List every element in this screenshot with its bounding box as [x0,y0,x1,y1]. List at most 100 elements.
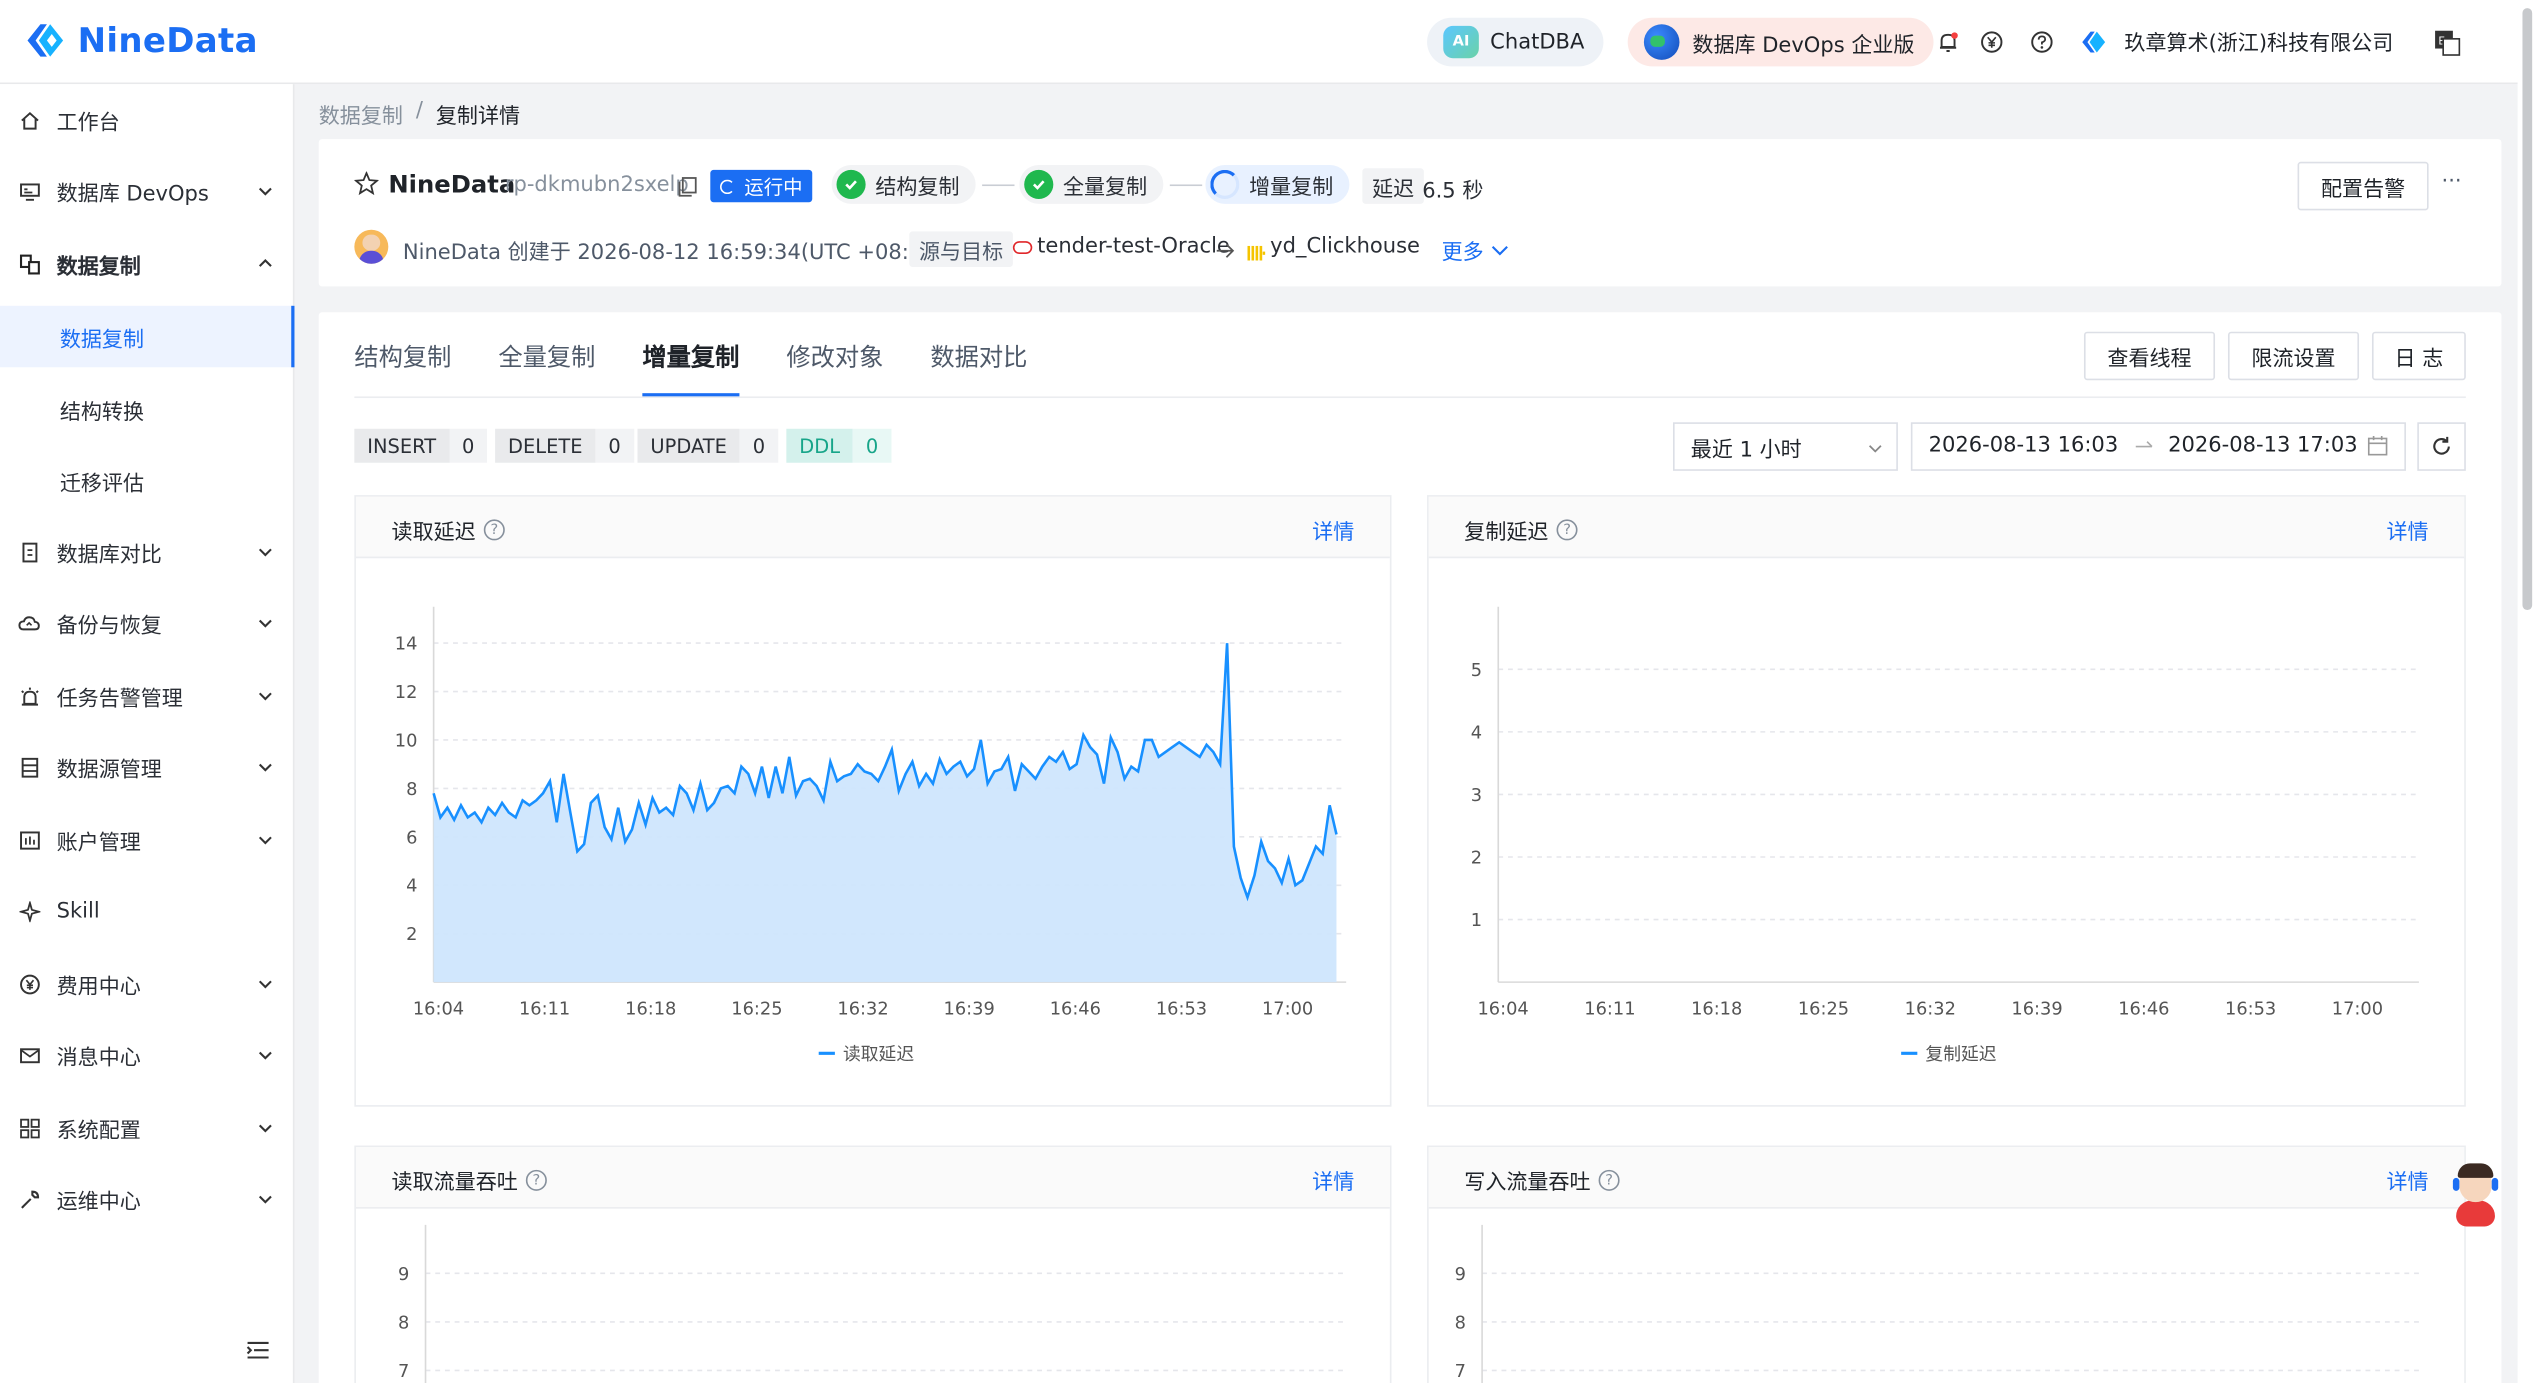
date-range-picker[interactable]: 2026-08-13 16:03 2026-08-13 17:03 [1910,422,2406,471]
tab-schema-copy[interactable]: 结构复制 [354,340,451,374]
more-actions-icon[interactable]: ··· [2442,170,2462,194]
org-switcher[interactable]: 玖章算术(浙江)科技有限公司 [2079,26,2393,57]
logs-button[interactable]: 日 志 [2371,331,2466,381]
sidebar-item-backup[interactable]: 备份与恢复 [0,591,294,656]
y-tick-label: 1 [1471,910,1482,931]
sidebar-item-label: 费用中心 [56,974,141,1000]
end-date-input[interactable]: 2026-08-13 17:03 [2168,434,2358,458]
scrollbar-track[interactable] [2517,0,2537,1383]
x-tick-label: 16:32 [1905,998,1956,1019]
scrollbar-thumb[interactable] [2522,8,2533,610]
clickhouse-icon [1247,238,1266,269]
tab-data-compare[interactable]: 数据对比 [930,340,1027,374]
tab-full-copy[interactable]: 全量复制 [498,340,595,374]
chart-detail-link[interactable]: 详情 [1312,1165,1354,1195]
x-tick-label: 16:04 [413,998,464,1019]
creator-info: NineData 创建于 2026-08-12 16:59:34(UTC +08… [402,241,944,266]
y-tick-label: 3 [1471,785,1482,806]
sidebar-item-datasource[interactable]: 数据源管理 [0,735,294,800]
y-tick-label: 7 [1455,1361,1466,1382]
collapse-sidebar-icon[interactable] [246,1336,270,1367]
chart-detail-link[interactable]: 详情 [1312,515,1354,545]
star-icon[interactable] [353,170,380,203]
stat-update: UPDATE 0 [637,428,779,463]
breadcrumb-parent[interactable]: 数据复制 [319,99,403,129]
refresh-button[interactable] [2417,422,2466,471]
check-circle-icon [1024,169,1054,200]
chevron-down-icon [1491,245,1508,255]
copy-icon[interactable] [678,173,697,204]
running-spinner-icon [720,178,735,194]
rate-limit-button[interactable]: 限流设置 [2227,331,2360,381]
chart-card-read-throughput: 读取流量吞吐? 详情 7 8 9 [354,1145,1392,1383]
sidebar-item-system-config[interactable]: 系统配置 [0,1095,294,1160]
logo[interactable]: NineData [23,19,258,61]
help-icon[interactable] [2029,29,2055,55]
chevron-down-icon [257,1120,273,1136]
status-badge: 运行中 [710,169,813,203]
calendar-icon [2367,436,2388,456]
start-date-input[interactable]: 2026-08-13 16:03 [1929,434,2119,458]
step-full-copy[interactable]: 全量复制 [1019,165,1164,204]
arrow-right-icon [2135,441,2153,448]
sidebar-item-db-compare[interactable]: 数据库对比 [0,519,294,584]
sidebar-item-replication[interactable]: 数据复制 [0,231,294,296]
notification-bell-icon[interactable] [1935,29,1961,55]
configure-alarm-label: 配置告警 [2320,177,2406,202]
chart-title: 写入流量吞吐? [1464,1165,1620,1196]
chart-title: 复制延迟? [1464,515,1578,545]
chatdba-button[interactable]: AI ChatDBA [1427,17,1604,67]
wrench-icon [18,1188,41,1211]
tab-incremental-copy[interactable]: 增量复制 [642,340,739,374]
support-assistant-button[interactable] [2450,1162,2502,1230]
sidebar-item-task-alarm[interactable]: 任务告警管理 [0,663,294,728]
more-link[interactable]: 更多 [1442,235,1510,265]
step-schema-copy[interactable]: 结构复制 [831,165,976,204]
chart-detail-link[interactable]: 详情 [2387,515,2429,545]
step-incremental-copy[interactable]: 增量复制 [1205,165,1350,204]
chevron-down-icon [1868,445,1882,453]
billing-yen-icon[interactable] [1979,29,2005,55]
read-throughput-chart: 7 8 9 [398,1224,1347,1383]
chevron-down-icon [257,1047,273,1063]
time-range-select[interactable]: 最近 1 小时 [1673,422,1898,471]
sidebar-subitem-schema-convert[interactable]: 结构转换 [0,379,294,440]
sidebar-item-ops-center[interactable]: 运维中心 [0,1167,294,1232]
sidebar-item-messages[interactable]: 消息中心 [0,1023,294,1088]
help-icon[interactable]: ? [1598,1169,1620,1191]
sidebar-item-billing[interactable]: 费用中心 [0,951,294,1016]
sidebar-item-devops[interactable]: 数据库 DevOps [0,159,294,224]
language-switch-icon[interactable]: En [2432,29,2461,56]
help-icon[interactable]: ? [1556,519,1578,541]
x-tick-label: 16:46 [1050,998,1101,1019]
sidebar-item-label: 工作台 [56,110,120,136]
view-threads-button[interactable]: 查看线程 [2083,331,2216,381]
chart-detail-link[interactable]: 详情 [2387,1165,2429,1195]
sidebar-item-skill[interactable]: Skill [0,879,294,944]
help-icon[interactable]: ? [525,1169,547,1191]
y-tick-label: 5 [1471,660,1482,681]
step-label: 增量复制 [1249,175,1334,200]
help-icon[interactable]: ? [483,519,505,541]
configure-alarm-button[interactable]: 配置告警 [2297,161,2429,211]
sidebar-subitem-replication[interactable]: 数据复制 [0,305,295,368]
datasource-icon [18,756,41,779]
sidebar-item-account[interactable]: 账户管理 [0,807,294,872]
edition-button[interactable]: 数据库 DevOps 企业版 [1627,17,1934,67]
tab-divider [354,396,2466,399]
stat-insert: INSERT 0 [354,428,488,463]
y-tick-label: 6 [406,827,417,848]
sidebar-subitem-migration-eval[interactable]: 迁移评估 [0,450,294,511]
chart-header: 读取流量吞吐? 详情 [355,1147,1390,1209]
chevron-down-icon [257,183,273,199]
ai-icon: AI [1443,25,1479,59]
tab-modified-objects[interactable]: 修改对象 [786,340,883,374]
target-name[interactable]: yd_Clickhouse [1270,235,1420,259]
y-tick-label: 4 [406,876,417,897]
x-tick-label: 16:53 [1156,998,1207,1019]
source-name[interactable]: tender-test-Oracle [1037,235,1230,259]
time-range-value: 最近 1 小时 [1690,437,1802,462]
chart-title-text: 读取延迟 [391,520,476,546]
sidebar-item-workbench[interactable]: 工作台 [0,87,294,152]
x-tick-label: 16:39 [2011,998,2062,1019]
